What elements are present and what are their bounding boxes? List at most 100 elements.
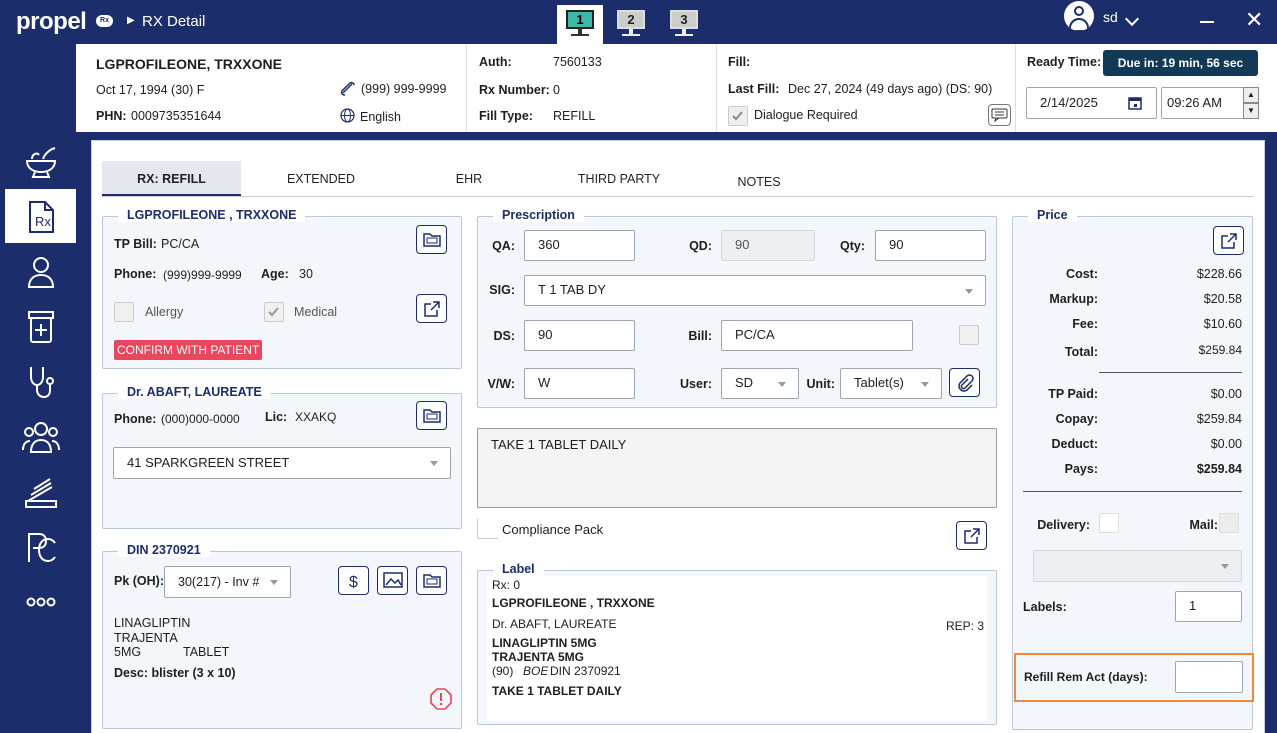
label-directions: TAKE 1 TABLET DAILY (492, 684, 622, 698)
sidebar-item-pc[interactable] (5, 519, 76, 573)
patient-folder-button[interactable] (416, 225, 447, 254)
mail-checkbox[interactable] (1219, 513, 1239, 533)
tab-extended[interactable]: EXTENDED (254, 161, 388, 196)
ready-time-input[interactable]: 09:26 AM (1161, 87, 1245, 119)
user-avatar-icon[interactable] (1064, 1, 1094, 31)
bill-input[interactable]: PC/CA (721, 320, 913, 351)
medical-checkbox[interactable] (264, 302, 284, 322)
user-name[interactable]: sd (1103, 9, 1118, 25)
attach-button[interactable] (949, 368, 980, 397)
label-rx: Rx: 0 (492, 578, 521, 592)
calendar-icon[interactable] (1128, 96, 1142, 110)
folder-icon (422, 574, 441, 588)
chevron-down-icon[interactable] (1124, 11, 1140, 27)
sidebar-item-rx[interactable]: Rx (5, 189, 76, 243)
sidebar-item-groups[interactable] (5, 409, 76, 463)
compliance-open-button[interactable] (956, 521, 987, 550)
sidebar-item-compounding[interactable] (5, 134, 76, 188)
prescription-panel-title: Prescription (493, 208, 584, 222)
doctor-folder-button[interactable] (416, 401, 447, 430)
svg-text:Rx: Rx (35, 214, 51, 229)
label-panel-title: Label (493, 562, 544, 576)
globe-icon (340, 108, 355, 123)
unit-select[interactable]: Tablet(s) (840, 368, 942, 399)
vw-input[interactable]: W (524, 368, 635, 399)
check-icon (268, 307, 279, 317)
bill-checkbox[interactable] (959, 325, 979, 345)
price-open-button[interactable] (1213, 226, 1244, 255)
delivery-checkbox[interactable] (1099, 513, 1119, 533)
sidebar-item-medication[interactable] (5, 299, 76, 353)
folder-icon (422, 409, 441, 423)
price-button[interactable]: $ (338, 566, 369, 595)
ready-date-input[interactable]: 2/14/2025 (1026, 87, 1157, 119)
monitor-1-button[interactable]: 1 (557, 5, 603, 44)
ds-value: 90 (538, 327, 553, 342)
image-button[interactable] (377, 566, 408, 595)
ds-input[interactable]: 90 (524, 320, 635, 351)
medical-label: Medical (294, 305, 338, 319)
dialogue-required-checkbox[interactable] (728, 106, 748, 126)
user-select[interactable]: SD (721, 368, 799, 399)
sidebar: Rx (0, 44, 76, 733)
bill-value: PC/CA (735, 327, 775, 342)
patient-dob: Oct 17, 1994 (30) F (96, 83, 205, 97)
dialogue-button[interactable] (988, 104, 1011, 126)
auth-info: Auth: 7560133 Rx Number: 0 Fill Type: RE… (467, 44, 717, 132)
label-drug-generic: LINAGLIPTIN 5MG (492, 636, 597, 650)
minimize-icon[interactable] (1200, 21, 1214, 23)
labels-input[interactable]: 1 (1175, 591, 1242, 622)
unit-value: Tablet(s) (854, 375, 904, 390)
tab-ehr[interactable]: EHR (402, 161, 536, 196)
fill-type-label: Fill Type: (479, 109, 533, 123)
sidebar-item-more[interactable] (5, 574, 76, 628)
warning-icon[interactable] (430, 688, 452, 710)
sig-text[interactable]: TAKE 1 TABLET DAILY (477, 428, 997, 508)
age-label: Age: (261, 267, 289, 281)
pk-select[interactable]: 30(217) - Inv # (164, 566, 291, 598)
refill-rem-input[interactable] (1175, 661, 1243, 693)
doctor-address-select[interactable]: 41 SPARKGREEN STREET (113, 447, 451, 479)
tab-third-party[interactable]: THIRD PARTY (552, 161, 686, 196)
paperclip-icon (957, 374, 974, 392)
tab-notes[interactable]: NOTES (692, 164, 826, 199)
time-up-button[interactable]: ▲ (1243, 87, 1259, 103)
patient-open-button[interactable] (416, 294, 447, 323)
refill-remaining-highlight: Refill Rem Act (days): (1014, 653, 1254, 702)
mortar-pestle-icon (25, 147, 56, 178)
mail-label: Mail: (1189, 518, 1218, 532)
compliance-pack-checkbox[interactable] (477, 519, 498, 539)
tab-rx-refill[interactable]: RX: REFILL (102, 161, 241, 196)
din-folder-button[interactable] (416, 566, 447, 595)
compliance-pack-label: Compliance Pack (502, 522, 604, 537)
cost-label: Cost: (1066, 267, 1098, 281)
drug-strength: 5MG (114, 645, 142, 659)
qa-input[interactable]: 360 (524, 230, 635, 261)
patient-icon (27, 257, 54, 288)
patient-language: English (360, 110, 401, 124)
time-down-button[interactable]: ▼ (1243, 103, 1259, 119)
vw-value: W (538, 375, 551, 390)
qd-input: 90 (721, 230, 815, 261)
logo-rx-badge: Rx (96, 15, 113, 27)
close-icon[interactable]: ✕ (1245, 9, 1263, 31)
allergy-checkbox[interactable] (114, 302, 134, 322)
tp-bill-value: PC/CA (161, 237, 200, 251)
doctor-panel-title: Dr. ABAFT, LAUREATE (118, 385, 271, 399)
monitor-1-label: 1 (566, 10, 594, 29)
top-bar: propel Rx ▶ RX Detail 1 2 3 sd ✕ (0, 0, 1277, 44)
qty-input[interactable]: 90 (875, 230, 986, 261)
ready-time-label: Ready Time: (1027, 55, 1102, 69)
patient-panel-title: LGPROFILEONE , TRXXONE (118, 208, 306, 222)
sidebar-item-patient[interactable] (5, 244, 76, 298)
external-link-icon (963, 528, 980, 544)
sig-input[interactable]: T 1 TAB DY (524, 275, 986, 306)
auth-label: Auth: (479, 55, 512, 69)
monitor-2-button[interactable]: 2 (608, 5, 654, 44)
sidebar-item-scanner[interactable] (5, 464, 76, 518)
monitor-3-button[interactable]: 3 (661, 5, 707, 44)
sidebar-item-prescriber[interactable] (5, 354, 76, 408)
pays-value: $259.84 (1196, 462, 1242, 476)
check-icon (732, 111, 743, 121)
ready-date-value: 2/14/2025 (1040, 95, 1098, 110)
